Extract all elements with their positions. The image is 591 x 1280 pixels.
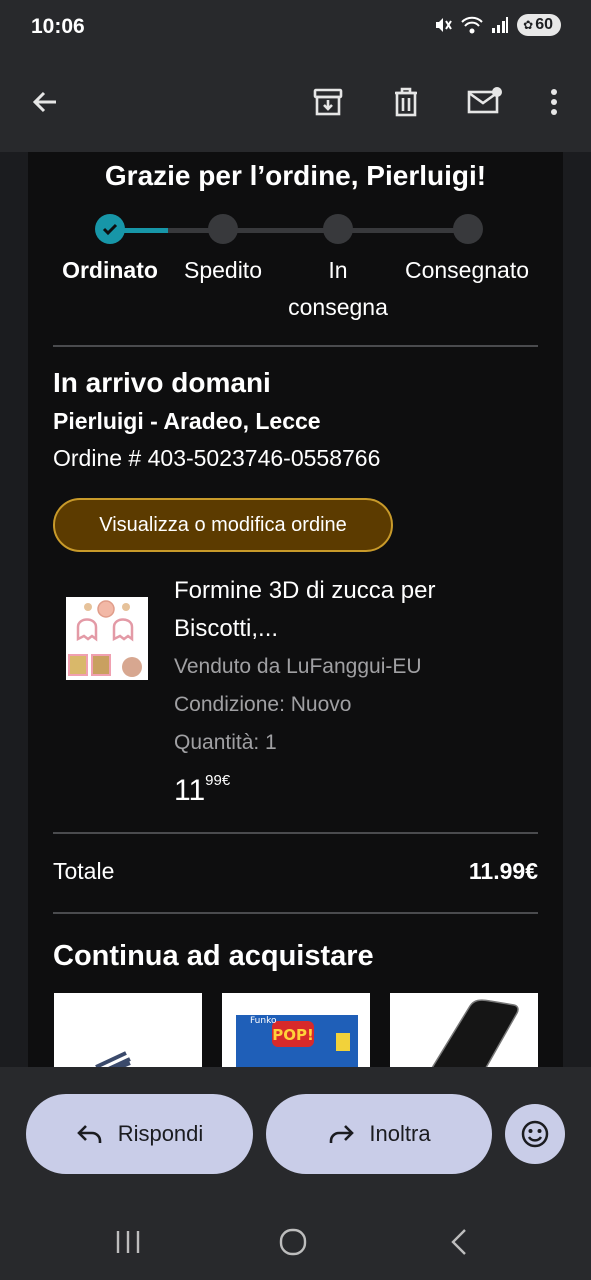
step-shipped-dot xyxy=(208,214,238,244)
step-in-delivery-label-1: In xyxy=(328,257,348,283)
step-in-delivery-dot xyxy=(323,214,353,244)
status-bar: 10:06 ✿ 60 xyxy=(0,0,591,56)
continue-shopping-heading: Continua ad acquistare xyxy=(53,940,374,972)
delete-icon[interactable] xyxy=(384,80,428,124)
status-icons: ✿ 60 xyxy=(433,14,561,36)
price-whole: 11 xyxy=(174,774,206,807)
mark-unread-icon[interactable] xyxy=(463,80,507,124)
emoji-reaction-button[interactable] xyxy=(505,1104,565,1164)
step-delivered-label: Consegnato xyxy=(404,257,530,283)
order-number: Ordine # 403-5023746-0558766 xyxy=(53,445,381,471)
reply-bar: Rispondi Inoltra xyxy=(0,1067,591,1210)
recommendation-item[interactable] xyxy=(390,993,538,1067)
step-ordered-label: Ordinato xyxy=(62,257,158,283)
order-card: Grazie per l’ordine, Pierluigi! Ordinato… xyxy=(28,152,563,1067)
leaf-icon: ✿ xyxy=(523,18,534,32)
step-delivered-dot xyxy=(453,214,483,244)
thanks-heading: Grazie per l’ordine, Pierluigi! xyxy=(104,160,487,191)
forward-icon xyxy=(330,1125,355,1143)
back-arrow-icon[interactable] xyxy=(23,80,67,124)
reply-label: Rispondi xyxy=(117,1121,204,1146)
product-name-line2: Biscotti,... xyxy=(174,615,279,642)
battery-level: 60 xyxy=(535,16,553,33)
svg-text:POP!: POP! xyxy=(272,1026,314,1044)
reply-button[interactable]: Rispondi xyxy=(26,1094,253,1174)
arrival-address: Pierluigi - Aradeo, Lecce xyxy=(53,408,321,434)
product-image[interactable] xyxy=(66,597,148,680)
recommendation-item[interactable]: POP! Funko xyxy=(222,993,370,1067)
product-name[interactable]: Formine 3D di zucca per Biscotti,... xyxy=(174,572,514,648)
step-in-delivery-label-2: consegna xyxy=(288,294,388,320)
forward-button[interactable]: Inoltra xyxy=(266,1094,492,1174)
email-body: Grazie per l’ordine, Pierluigi! Ordinato… xyxy=(0,152,591,1067)
product-seller: Venduto da LuFanggui-EU xyxy=(174,655,422,678)
system-nav-bar xyxy=(0,1210,591,1280)
status-time: 10:06 xyxy=(31,15,85,38)
divider xyxy=(53,832,538,834)
step-shipped-label: Spedito xyxy=(183,257,262,283)
product-name-line1: Formine 3D di zucca per xyxy=(174,577,436,604)
step-ordered-check-icon xyxy=(95,214,125,244)
emoji-icon xyxy=(521,1120,549,1148)
product-condition: Condizione: Nuovo xyxy=(174,693,352,716)
recommendation-item[interactable] xyxy=(54,993,202,1067)
divider xyxy=(53,912,538,914)
total-value: 11.99€ xyxy=(468,858,538,884)
total-label: Totale xyxy=(53,858,115,884)
battery-indicator: ✿ 60 xyxy=(517,14,561,36)
more-options-icon[interactable] xyxy=(532,80,576,124)
wifi-icon xyxy=(461,16,483,34)
back-nav-icon[interactable] xyxy=(434,1222,484,1262)
arrival-title: In arrivo domani xyxy=(53,367,271,398)
mute-icon xyxy=(436,18,452,32)
svg-text:Funko: Funko xyxy=(250,1016,277,1026)
view-edit-order-button[interactable]: Visualizza o modifica ordine xyxy=(53,498,393,552)
product-quantity: Quantità: 1 xyxy=(174,731,277,754)
product-price: 1199€ xyxy=(174,772,231,808)
forward-label: Inoltra xyxy=(369,1121,431,1146)
reply-icon xyxy=(76,1125,101,1143)
app-bar xyxy=(0,56,591,152)
recent-apps-icon[interactable] xyxy=(103,1222,153,1262)
signal-icon xyxy=(492,17,509,33)
price-fraction: 99€ xyxy=(205,772,231,789)
home-icon[interactable] xyxy=(268,1222,318,1262)
divider xyxy=(53,345,538,347)
archive-icon[interactable] xyxy=(306,80,350,124)
